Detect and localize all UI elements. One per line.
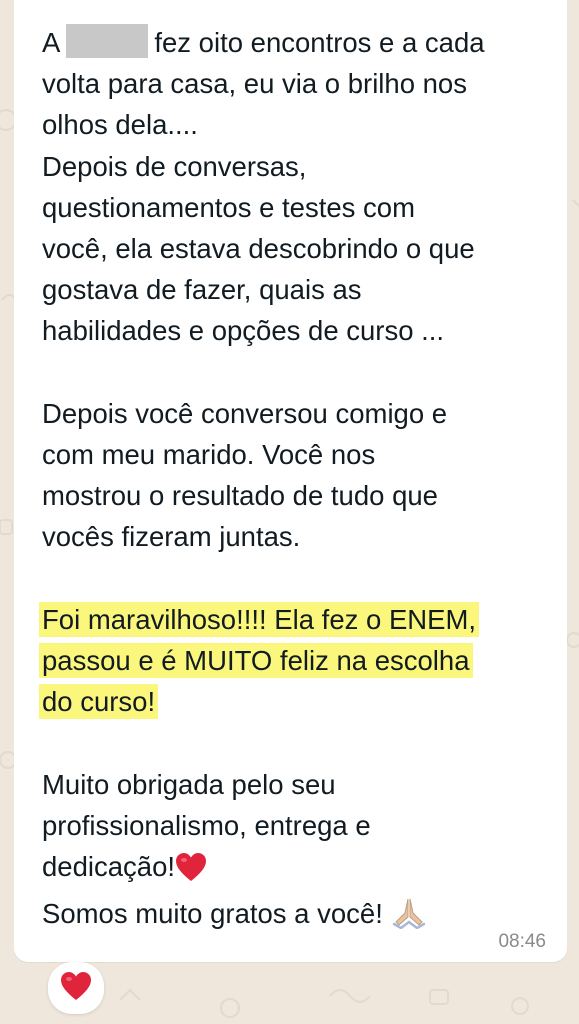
message-line: questionamentos e testes com xyxy=(42,191,415,223)
message-line: volta para casa, eu via o brilho nos xyxy=(42,68,467,100)
message-line: Depois você conversou comigo e xyxy=(42,397,448,429)
message-line: habilidades e opções de curso ... xyxy=(42,315,445,347)
heart-reaction-icon xyxy=(60,971,92,1006)
message-line: gostava de fazer, quais as xyxy=(42,274,362,306)
message-line: Somos muito gratos a você! xyxy=(42,893,562,940)
message-line: Muito obrigada pelo seu xyxy=(42,768,336,800)
message-line: profissionalismo, entrega e xyxy=(42,809,371,841)
message-line: Depois de conversas, xyxy=(42,150,307,182)
message-line: dedicação! xyxy=(42,846,562,893)
heart-emoji-icon xyxy=(175,852,207,893)
message-line: com meu marido. Você nos xyxy=(42,439,376,471)
highlighted-line: do curso! xyxy=(39,684,159,720)
reaction-badge[interactable] xyxy=(48,962,104,1014)
message-line: Afez oito encontros e a cada xyxy=(42,22,562,63)
message-line: mostrou o resultado de tudo que xyxy=(42,480,438,512)
praying-hands-emoji-icon xyxy=(391,895,427,940)
redacted-name-block xyxy=(66,24,149,58)
highlighted-line: passou e é MUITO feliz na escolha xyxy=(39,643,473,679)
message-text: Afez oito encontros e a cada volta para … xyxy=(39,22,562,982)
message-line: você, ela estava descobrindo o que xyxy=(42,233,475,265)
message-line: olhos dela.... xyxy=(42,109,198,141)
message-line: vocês fizeram juntas. xyxy=(42,521,301,553)
message-timestamp: 08:46 xyxy=(498,931,546,952)
highlighted-line: Foi maravilhoso!!!! Ela fez o ENEM, xyxy=(39,601,480,637)
highlighted-paragraph: Foi maravilhoso!!!! Ela fez o ENEM, pass… xyxy=(39,599,562,723)
